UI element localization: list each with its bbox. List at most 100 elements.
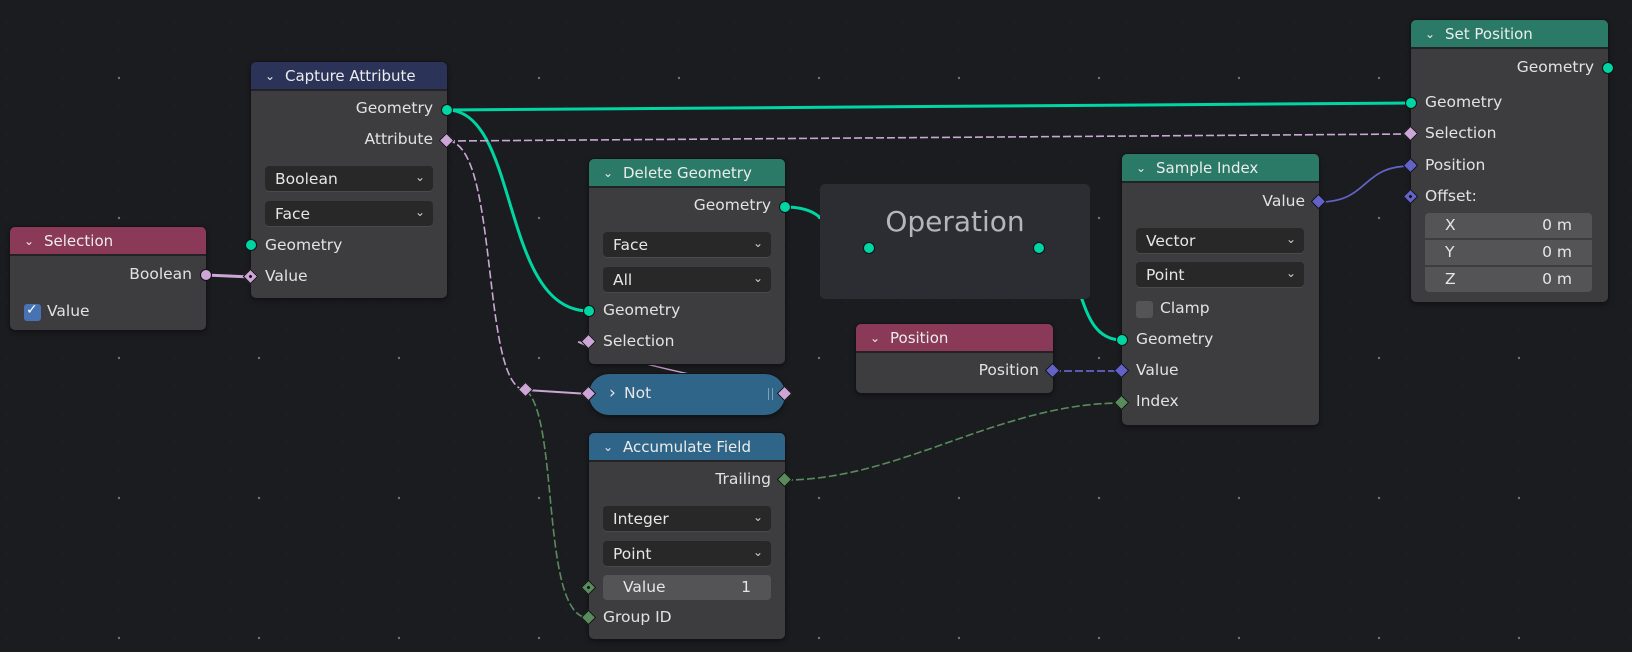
offset-z-field[interactable]: Z 0 m — [1425, 267, 1592, 292]
collapse-icon[interactable]: ⌄ — [1425, 27, 1437, 41]
node-delete-geometry[interactable]: ⌄ Delete Geometry Geometry Face ⌄ All ⌄ … — [589, 159, 785, 364]
data-type-dropdown[interactable]: Boolean ⌄ — [265, 166, 433, 191]
node-header[interactable]: ⌄ Set Position — [1411, 20, 1608, 49]
grid-dot — [1294, 553, 1296, 555]
grid-dot — [34, 553, 36, 555]
grid-dot — [1210, 609, 1212, 611]
data-type-dropdown[interactable]: Integer ⌄ — [603, 506, 771, 531]
socket-capture-geometry-in[interactable] — [245, 239, 257, 251]
domain-dropdown[interactable]: Point ⌄ — [603, 541, 771, 566]
grid-dot — [1574, 553, 1576, 555]
socket-delete-geometry-in[interactable] — [583, 305, 595, 317]
offset-x-field[interactable]: X 0 m — [1425, 213, 1592, 238]
node-capture-attribute[interactable]: ⌄ Capture Attribute Geometry Attribute B… — [251, 62, 447, 298]
grid-dot — [706, 49, 708, 51]
grid-dot — [734, 49, 736, 51]
grid-dot — [1406, 329, 1408, 331]
frame-operation[interactable]: Operation — [820, 184, 1090, 299]
grid-dot — [62, 637, 64, 639]
node-header[interactable]: ⌄ Position — [856, 324, 1053, 353]
collapse-icon[interactable]: ⌄ — [603, 440, 615, 454]
grid-dot — [370, 497, 372, 499]
domain-dropdown[interactable]: Point ⌄ — [1136, 262, 1304, 287]
socket-setpos-geometry-in[interactable] — [1405, 97, 1417, 109]
grid-dot — [706, 77, 708, 79]
collapse-icon[interactable]: ⌄ — [24, 234, 36, 248]
grid-dot — [1182, 525, 1184, 527]
reroute-geometry-1[interactable] — [863, 242, 875, 254]
grid-dot — [846, 553, 848, 555]
grid-dot — [1154, 609, 1156, 611]
collapse-icon[interactable]: ⌄ — [265, 69, 277, 83]
grid-dot — [958, 105, 960, 107]
node-sample-index[interactable]: ⌄ Sample Index Value Vector ⌄ Point ⌄ Cl… — [1122, 154, 1319, 425]
grid-dot — [538, 581, 540, 583]
mode-dropdown[interactable]: All ⌄ — [603, 267, 771, 292]
grid-dot — [202, 637, 204, 639]
grid-dot — [1630, 581, 1632, 583]
grid-dot — [566, 77, 568, 79]
grid-dot — [62, 161, 64, 163]
socket-selection-boolean-out[interactable] — [200, 269, 212, 281]
grid-dot — [62, 497, 64, 499]
grid-dot — [1294, 49, 1296, 51]
grid-dot — [1294, 497, 1296, 499]
node-header[interactable]: ⌄ Capture Attribute — [251, 62, 447, 91]
domain-dropdown[interactable]: Face ⌄ — [265, 201, 433, 226]
node-position[interactable]: ⌄ Position Position — [856, 324, 1053, 393]
grid-dot — [426, 21, 428, 23]
socket-setpos-geometry-out[interactable] — [1602, 62, 1614, 74]
grid-dot — [202, 609, 204, 611]
grid-dot — [902, 49, 904, 51]
grid-dot — [1097, 496, 1101, 500]
grid-dot — [510, 273, 512, 275]
drag-handle-icon[interactable] — [768, 388, 773, 400]
grid-dot — [538, 273, 540, 275]
node-header[interactable]: ⌄ Selection — [10, 227, 206, 256]
node-not[interactable]: › Not — [589, 374, 785, 415]
socket-sample-geometry-in[interactable] — [1116, 334, 1128, 346]
grid-dot — [1350, 301, 1352, 303]
node-set-position[interactable]: ⌄ Set Position Geometry Geometry Selecti… — [1411, 20, 1608, 302]
domain-dropdown[interactable]: Face ⌄ — [603, 232, 771, 257]
grid-dot — [6, 581, 8, 583]
expand-icon[interactable]: › — [609, 383, 621, 403]
collapse-icon[interactable]: ⌄ — [603, 166, 615, 180]
grid-dot — [902, 525, 904, 527]
grid-dot — [1462, 469, 1464, 471]
grid-dot — [874, 497, 876, 499]
grid-dot — [230, 357, 232, 359]
grid-dot — [1462, 329, 1464, 331]
data-type-dropdown[interactable]: Vector ⌄ — [1136, 228, 1304, 253]
collapse-icon[interactable]: ⌄ — [870, 331, 882, 345]
grid-dot — [1070, 161, 1072, 163]
clamp-checkbox[interactable] — [1136, 301, 1153, 318]
grid-dot — [202, 441, 204, 443]
grid-dot — [1042, 105, 1044, 107]
grid-dot — [874, 637, 876, 639]
socket-delete-geometry-out[interactable] — [779, 201, 791, 213]
node-header[interactable]: ⌄ Sample Index — [1122, 154, 1319, 183]
grid-dot — [678, 21, 680, 23]
grid-dot — [34, 581, 36, 583]
grid-dot — [1154, 21, 1156, 23]
socket-capture-geometry-out[interactable] — [441, 104, 453, 116]
grid-dot — [174, 49, 176, 51]
grid-dot — [678, 105, 680, 107]
node-header[interactable]: ⌄ Accumulate Field — [589, 433, 785, 462]
node-header[interactable]: ⌄ Delete Geometry — [589, 159, 785, 188]
node-selection[interactable]: ⌄ Selection Boolean ✓ Value — [10, 227, 206, 330]
grid-dot — [622, 77, 624, 79]
canvas-grid[interactable] — [0, 0, 1632, 652]
offset-y-field[interactable]: Y 0 m — [1425, 240, 1592, 265]
collapse-icon[interactable]: ⌄ — [1136, 161, 1148, 175]
grid-dot — [790, 189, 792, 191]
node-accumulate-field[interactable]: ⌄ Accumulate Field Trailing Integer ⌄ Po… — [589, 433, 785, 639]
value-field[interactable]: Value 1 — [603, 575, 771, 600]
grid-dot — [1546, 413, 1548, 415]
axis-label: X — [1445, 216, 1456, 234]
grid-dot — [1350, 525, 1352, 527]
value-checkbox[interactable]: ✓ — [24, 302, 41, 321]
node-title: Not — [624, 384, 652, 402]
reroute-geometry-2[interactable] — [1033, 242, 1045, 254]
